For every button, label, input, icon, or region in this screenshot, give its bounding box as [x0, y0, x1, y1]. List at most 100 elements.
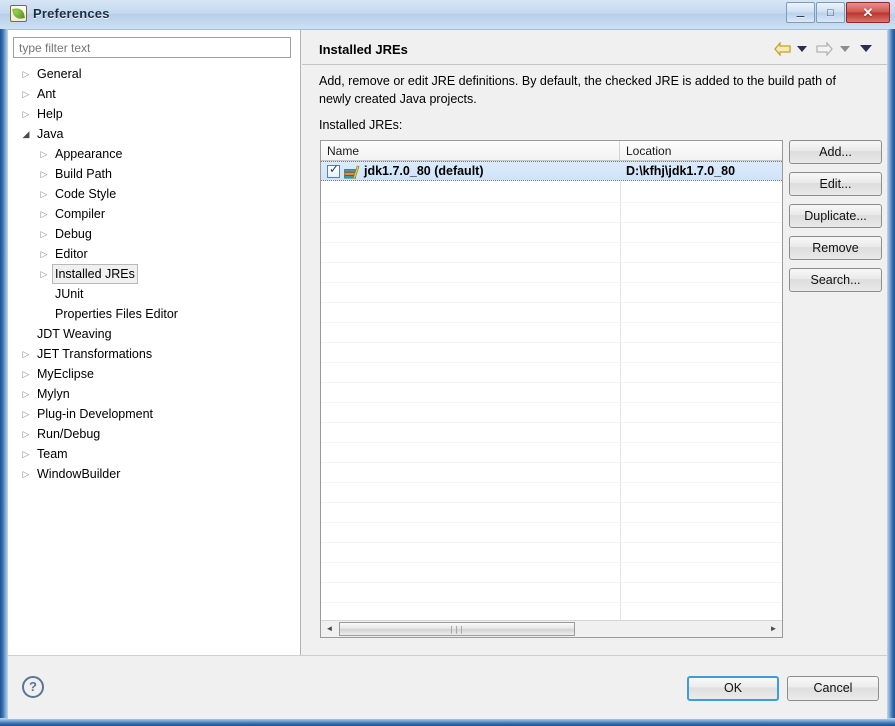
sidebar-item-team[interactable]: ▷ Team: [8, 444, 300, 464]
ok-button[interactable]: OK: [687, 676, 779, 701]
chevron-right-icon[interactable]: ▷: [20, 404, 32, 424]
sidebar-item-label: Plug-in Development: [37, 407, 154, 421]
sidebar-item-junit[interactable]: JUnit: [8, 284, 300, 304]
scroll-right-arrow-icon[interactable]: ►: [765, 621, 782, 637]
sidebar-item-label: MyEclipse: [37, 367, 94, 381]
sidebar-item-mylyn[interactable]: ▷ Mylyn: [8, 384, 300, 404]
sidebar-item-jet-transformations[interactable]: ▷ JET Transformations: [8, 344, 300, 364]
page-menu-caret-icon[interactable]: [860, 45, 872, 53]
remove-button[interactable]: Remove: [789, 236, 882, 260]
duplicate-button[interactable]: Duplicate...: [789, 204, 882, 228]
sidebar-item-label: Compiler: [55, 207, 106, 221]
edit-button[interactable]: Edit...: [789, 172, 882, 196]
sidebar-item-build-path[interactable]: ▷ Build Path: [8, 164, 300, 184]
sidebar-item-installed-jres[interactable]: ▷ Installed JREs: [8, 264, 300, 284]
table-empty-row: [321, 522, 782, 543]
cancel-button[interactable]: Cancel: [787, 676, 879, 701]
window-frame-left: [0, 0, 8, 726]
chevron-right-icon[interactable]: ▷: [20, 84, 32, 104]
checkmark-icon: ✓: [329, 162, 340, 176]
table-empty-row: [321, 402, 782, 423]
table-empty-row: [321, 202, 782, 223]
sidebar-item-help[interactable]: ▷ Help: [8, 104, 300, 124]
add-button[interactable]: Add...: [789, 140, 882, 164]
scrollbar-thumb[interactable]: ∣∣∣: [339, 622, 575, 636]
help-icon[interactable]: ?: [22, 676, 44, 698]
sidebar-item-general[interactable]: ▷ General: [8, 64, 300, 84]
table-horizontal-scrollbar[interactable]: ◄ ∣∣∣ ►: [321, 620, 782, 637]
chevron-right-icon[interactable]: ▷: [20, 424, 32, 444]
chevron-right-icon[interactable]: ▷: [20, 104, 32, 124]
minimize-button[interactable]: –: [786, 2, 815, 23]
sidebar-item-appearance[interactable]: ▷ Appearance: [8, 144, 300, 164]
sidebar-item-label: Debug: [55, 227, 92, 241]
chevron-right-icon[interactable]: ▷: [38, 164, 50, 184]
jre-default-checkbox[interactable]: ✓: [327, 162, 340, 178]
table-header-row: Name Location: [321, 141, 782, 161]
chevron-right-icon[interactable]: ▷: [38, 244, 50, 264]
table-empty-row: [321, 262, 782, 283]
table-empty-row: [321, 182, 782, 203]
sidebar-item-java[interactable]: ◢ Java: [8, 124, 300, 144]
preferences-window: Preferences – □ ✕ ▷ General ▷ Ant ▷ Help ◢ Java…: [0, 0, 895, 726]
maximize-button[interactable]: □: [816, 2, 845, 23]
sidebar-item-properties-files-editor[interactable]: Properties Files Editor: [8, 304, 300, 324]
page-title: Installed JREs: [319, 42, 408, 57]
chevron-right-icon[interactable]: ▷: [20, 384, 32, 404]
back-dropdown-caret-icon[interactable]: [796, 45, 807, 52]
window-title: Preferences: [33, 6, 110, 21]
table-empty-row: [321, 502, 782, 523]
back-arrow-icon[interactable]: [773, 41, 791, 56]
minimize-icon: –: [796, 7, 805, 23]
jre-table[interactable]: Name Location ✓ jdk1.7.0_80 (default) D:…: [320, 140, 783, 638]
filter-input[interactable]: [13, 37, 291, 58]
sidebar-item-label: Ant: [37, 87, 56, 101]
application-leaf-icon: [10, 5, 27, 22]
chevron-right-icon[interactable]: ▷: [20, 64, 32, 84]
sidebar-item-code-style[interactable]: ▷ Code Style: [8, 184, 300, 204]
scroll-left-arrow-icon[interactable]: ◄: [321, 621, 338, 637]
sidebar-item-myeclipse[interactable]: ▷ MyEclipse: [8, 364, 300, 384]
column-header-name[interactable]: Name: [321, 141, 620, 161]
chevron-right-icon[interactable]: ▷: [38, 264, 50, 284]
sidebar-item-label: Java: [37, 127, 64, 141]
sidebar-item-debug[interactable]: ▷ Debug: [8, 224, 300, 244]
table-empty-row: [321, 382, 782, 403]
table-empty-row: [321, 442, 782, 463]
close-icon: ✕: [862, 4, 874, 20]
table-row[interactable]: ✓ jdk1.7.0_80 (default) D:\kfhj\jdk1.7.0…: [321, 161, 782, 181]
chevron-right-icon[interactable]: ▷: [38, 224, 50, 244]
page-description: Add, remove or edit JRE definitions. By …: [319, 74, 836, 106]
chevron-right-icon[interactable]: ▷: [38, 204, 50, 224]
preference-tree[interactable]: ▷ General ▷ Ant ▷ Help ◢ Java ▷ Appearance ▷ Build …: [8, 64, 300, 649]
chevron-down-icon[interactable]: ◢: [20, 124, 32, 144]
maximize-icon: □: [827, 6, 834, 19]
sidebar-item-windowbuilder[interactable]: ▷ WindowBuilder: [8, 464, 300, 484]
sidebar-item-plug-in-development[interactable]: ▷ Plug-in Development: [8, 404, 300, 424]
chevron-right-icon[interactable]: ▷: [20, 364, 32, 384]
sidebar-item-compiler[interactable]: ▷ Compiler: [8, 204, 300, 224]
table-empty-row: [321, 362, 782, 383]
chevron-right-icon[interactable]: ▷: [20, 344, 32, 364]
sidebar-item-editor[interactable]: ▷ Editor: [8, 244, 300, 264]
table-empty-row: [321, 542, 782, 563]
search-button[interactable]: Search...: [789, 268, 882, 292]
scrollbar-grip-icon: ∣∣∣: [449, 625, 465, 634]
sidebar-item-label: Build Path: [55, 167, 112, 181]
table-empty-row: [321, 282, 782, 303]
chevron-right-icon[interactable]: ▷: [20, 444, 32, 464]
title-bar: Preferences – □ ✕: [0, 0, 895, 29]
table-empty-row: [321, 482, 782, 503]
sidebar-item-label: Help: [37, 107, 63, 121]
sidebar-item-run-debug[interactable]: ▷ Run/Debug: [8, 424, 300, 444]
sidebar-item-label: Installed JREs: [52, 264, 138, 284]
column-header-location[interactable]: Location: [620, 141, 782, 161]
close-button[interactable]: ✕: [846, 2, 890, 23]
chevron-right-icon[interactable]: ▷: [38, 144, 50, 164]
sidebar-item-ant[interactable]: ▷ Ant: [8, 84, 300, 104]
chevron-right-icon[interactable]: ▷: [38, 184, 50, 204]
sidebar-item-jdt-weaving[interactable]: JDT Weaving: [8, 324, 300, 344]
table-empty-row: [321, 302, 782, 323]
jre-location-cell: D:\kfhj\jdk1.7.0_80: [626, 164, 736, 178]
chevron-right-icon[interactable]: ▷: [20, 464, 32, 484]
